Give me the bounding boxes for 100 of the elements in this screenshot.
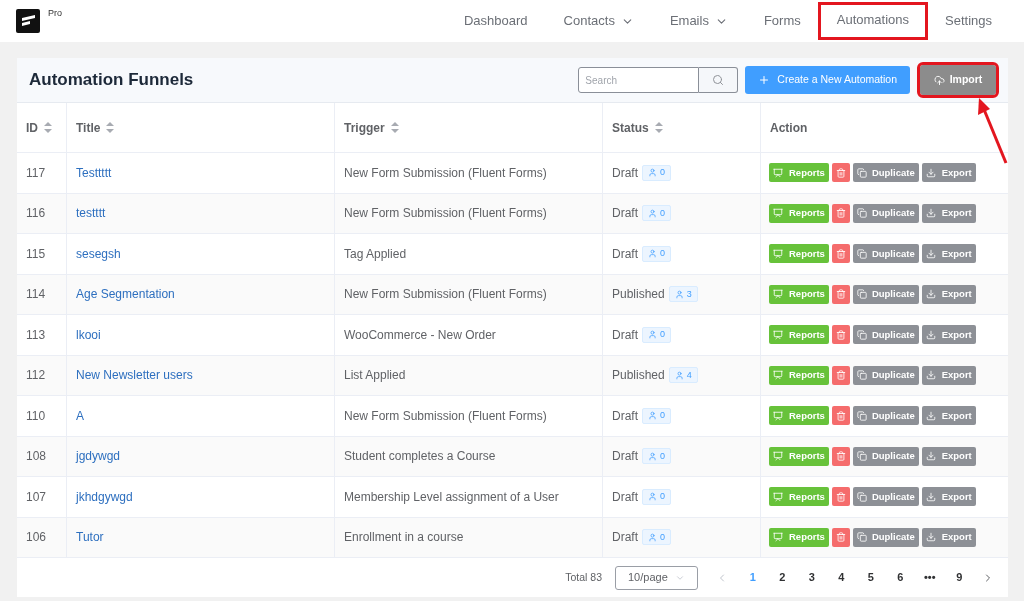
column-header[interactable]: ID bbox=[17, 103, 67, 152]
duplicate-button[interactable]: Duplicate bbox=[852, 527, 919, 547]
duplicate-button[interactable]: Duplicate bbox=[852, 406, 919, 426]
reports-button[interactable]: Reports bbox=[769, 163, 829, 183]
table-cell-text: New Form Submission (Fluent Forms) bbox=[344, 407, 547, 425]
duplicate-button[interactable]: Duplicate bbox=[852, 487, 919, 507]
duplicate-button[interactable]: Duplicate bbox=[852, 365, 919, 385]
export-button[interactable]: Export bbox=[921, 487, 976, 507]
status-text: Draft bbox=[612, 245, 638, 263]
funnel-title-link[interactable]: A bbox=[76, 406, 84, 425]
sort-icon[interactable] bbox=[44, 122, 52, 133]
column-header[interactable]: Title bbox=[67, 103, 335, 152]
search-field[interactable]: Search bbox=[578, 67, 700, 93]
duplicate-button[interactable]: Duplicate bbox=[852, 203, 919, 223]
column-header[interactable]: Trigger bbox=[335, 103, 603, 152]
sort-icon[interactable] bbox=[390, 122, 399, 133]
download-icon bbox=[925, 167, 936, 178]
funnel-title-link[interactable]: lkooi bbox=[76, 325, 101, 344]
presentation-icon bbox=[773, 289, 783, 300]
status-text: Published bbox=[612, 286, 665, 304]
presentation-icon bbox=[773, 208, 783, 219]
page-number[interactable]: ••• bbox=[915, 569, 945, 586]
reports-button[interactable]: Reports bbox=[769, 365, 829, 385]
delete-button[interactable] bbox=[831, 527, 850, 547]
subscriber-count-badge: 4 bbox=[668, 367, 698, 384]
funnel-title-link[interactable]: jkhdgywgd bbox=[76, 487, 133, 506]
page-number[interactable]: 6 bbox=[885, 569, 915, 586]
funnel-title-link[interactable]: sesegsh bbox=[76, 244, 121, 263]
search-button[interactable] bbox=[699, 67, 739, 93]
funnel-title-link[interactable]: testttt bbox=[76, 204, 106, 223]
reports-button[interactable]: Reports bbox=[769, 446, 829, 466]
table-cell-text: New Form Submission (Fluent Forms) bbox=[344, 286, 547, 304]
export-button[interactable]: Export bbox=[921, 446, 976, 466]
nav-link[interactable]: Settings bbox=[927, 3, 1010, 39]
delete-button[interactable] bbox=[831, 203, 850, 223]
reports-button[interactable]: Reports bbox=[769, 406, 829, 426]
nav-link[interactable]: Contacts bbox=[545, 3, 652, 39]
trash-icon bbox=[835, 167, 846, 178]
import-button[interactable]: Import bbox=[920, 65, 996, 95]
nav-link[interactable]: Dashboard bbox=[445, 3, 546, 39]
status-text: Published bbox=[612, 367, 665, 385]
page-number[interactable]: 2 bbox=[767, 569, 797, 586]
reports-button[interactable]: Reports bbox=[769, 203, 829, 223]
table-cell-text: 115 bbox=[26, 245, 46, 263]
column-header[interactable]: Action bbox=[761, 103, 1008, 152]
page-title: Automation Funnels bbox=[29, 69, 194, 92]
export-button[interactable]: Export bbox=[921, 527, 976, 547]
export-button[interactable]: Export bbox=[921, 284, 976, 304]
sort-icon[interactable] bbox=[654, 122, 663, 133]
nav-link[interactable]: Emails bbox=[651, 3, 746, 39]
delete-button[interactable] bbox=[831, 446, 850, 466]
create-automation-button[interactable]: Create a New Automation bbox=[745, 66, 910, 94]
reports-button[interactable]: Reports bbox=[769, 487, 829, 507]
reports-button[interactable]: Reports bbox=[769, 325, 829, 345]
funnel-title-link[interactable]: New Newsletter users bbox=[76, 366, 193, 385]
reports-button[interactable]: Reports bbox=[769, 284, 829, 304]
download-icon bbox=[925, 370, 936, 381]
download-icon bbox=[925, 289, 936, 300]
duplicate-button[interactable]: Duplicate bbox=[852, 244, 919, 264]
subscriber-count-badge: 0 bbox=[642, 488, 672, 505]
delete-button[interactable] bbox=[831, 284, 850, 304]
export-button[interactable]: Export bbox=[921, 244, 976, 264]
nav-link[interactable]: Automations bbox=[818, 3, 927, 39]
nav-link[interactable]: Forms bbox=[745, 3, 819, 39]
funnel-title-link[interactable]: Testtttt bbox=[76, 163, 112, 182]
download-icon bbox=[925, 248, 936, 259]
delete-button[interactable] bbox=[831, 365, 850, 385]
export-button[interactable]: Export bbox=[921, 203, 976, 223]
export-button[interactable]: Export bbox=[921, 163, 976, 183]
export-button[interactable]: Export bbox=[921, 406, 976, 426]
logo-icon[interactable] bbox=[16, 9, 40, 33]
reports-button[interactable]: Reports bbox=[769, 244, 829, 264]
sort-icon[interactable] bbox=[106, 122, 115, 133]
delete-button[interactable] bbox=[831, 325, 850, 345]
subscriber-count-badge: 0 bbox=[642, 448, 672, 465]
page-number[interactable]: 1 bbox=[738, 569, 768, 586]
reports-button[interactable]: Reports bbox=[769, 527, 829, 547]
delete-button[interactable] bbox=[831, 406, 850, 426]
copy-icon bbox=[856, 491, 867, 502]
delete-button[interactable] bbox=[831, 163, 850, 183]
page-size-select[interactable]: 10/page bbox=[615, 565, 698, 590]
table-cell-text: 113 bbox=[26, 326, 46, 344]
funnel-title-link[interactable]: Tutor bbox=[76, 528, 104, 547]
duplicate-button[interactable]: Duplicate bbox=[852, 325, 919, 345]
page-number[interactable]: 4 bbox=[826, 569, 856, 586]
duplicate-button[interactable]: Duplicate bbox=[852, 284, 919, 304]
duplicate-button[interactable]: Duplicate bbox=[852, 446, 919, 466]
funnel-title-link[interactable]: Age Segmentation bbox=[76, 285, 175, 304]
delete-button[interactable] bbox=[831, 487, 850, 507]
page-number[interactable]: 9 bbox=[944, 569, 974, 586]
duplicate-button[interactable]: Duplicate bbox=[852, 163, 919, 183]
delete-button[interactable] bbox=[831, 244, 850, 264]
column-header[interactable]: Status bbox=[603, 103, 761, 152]
page-number[interactable]: 5 bbox=[856, 569, 886, 586]
column-label: Trigger bbox=[344, 119, 385, 137]
funnel-title-link[interactable]: jgdywgd bbox=[76, 447, 121, 466]
table-cell-text: List Applied bbox=[344, 367, 406, 385]
export-button[interactable]: Export bbox=[921, 325, 976, 345]
export-button[interactable]: Export bbox=[921, 365, 976, 385]
page-number[interactable]: 3 bbox=[797, 569, 827, 586]
